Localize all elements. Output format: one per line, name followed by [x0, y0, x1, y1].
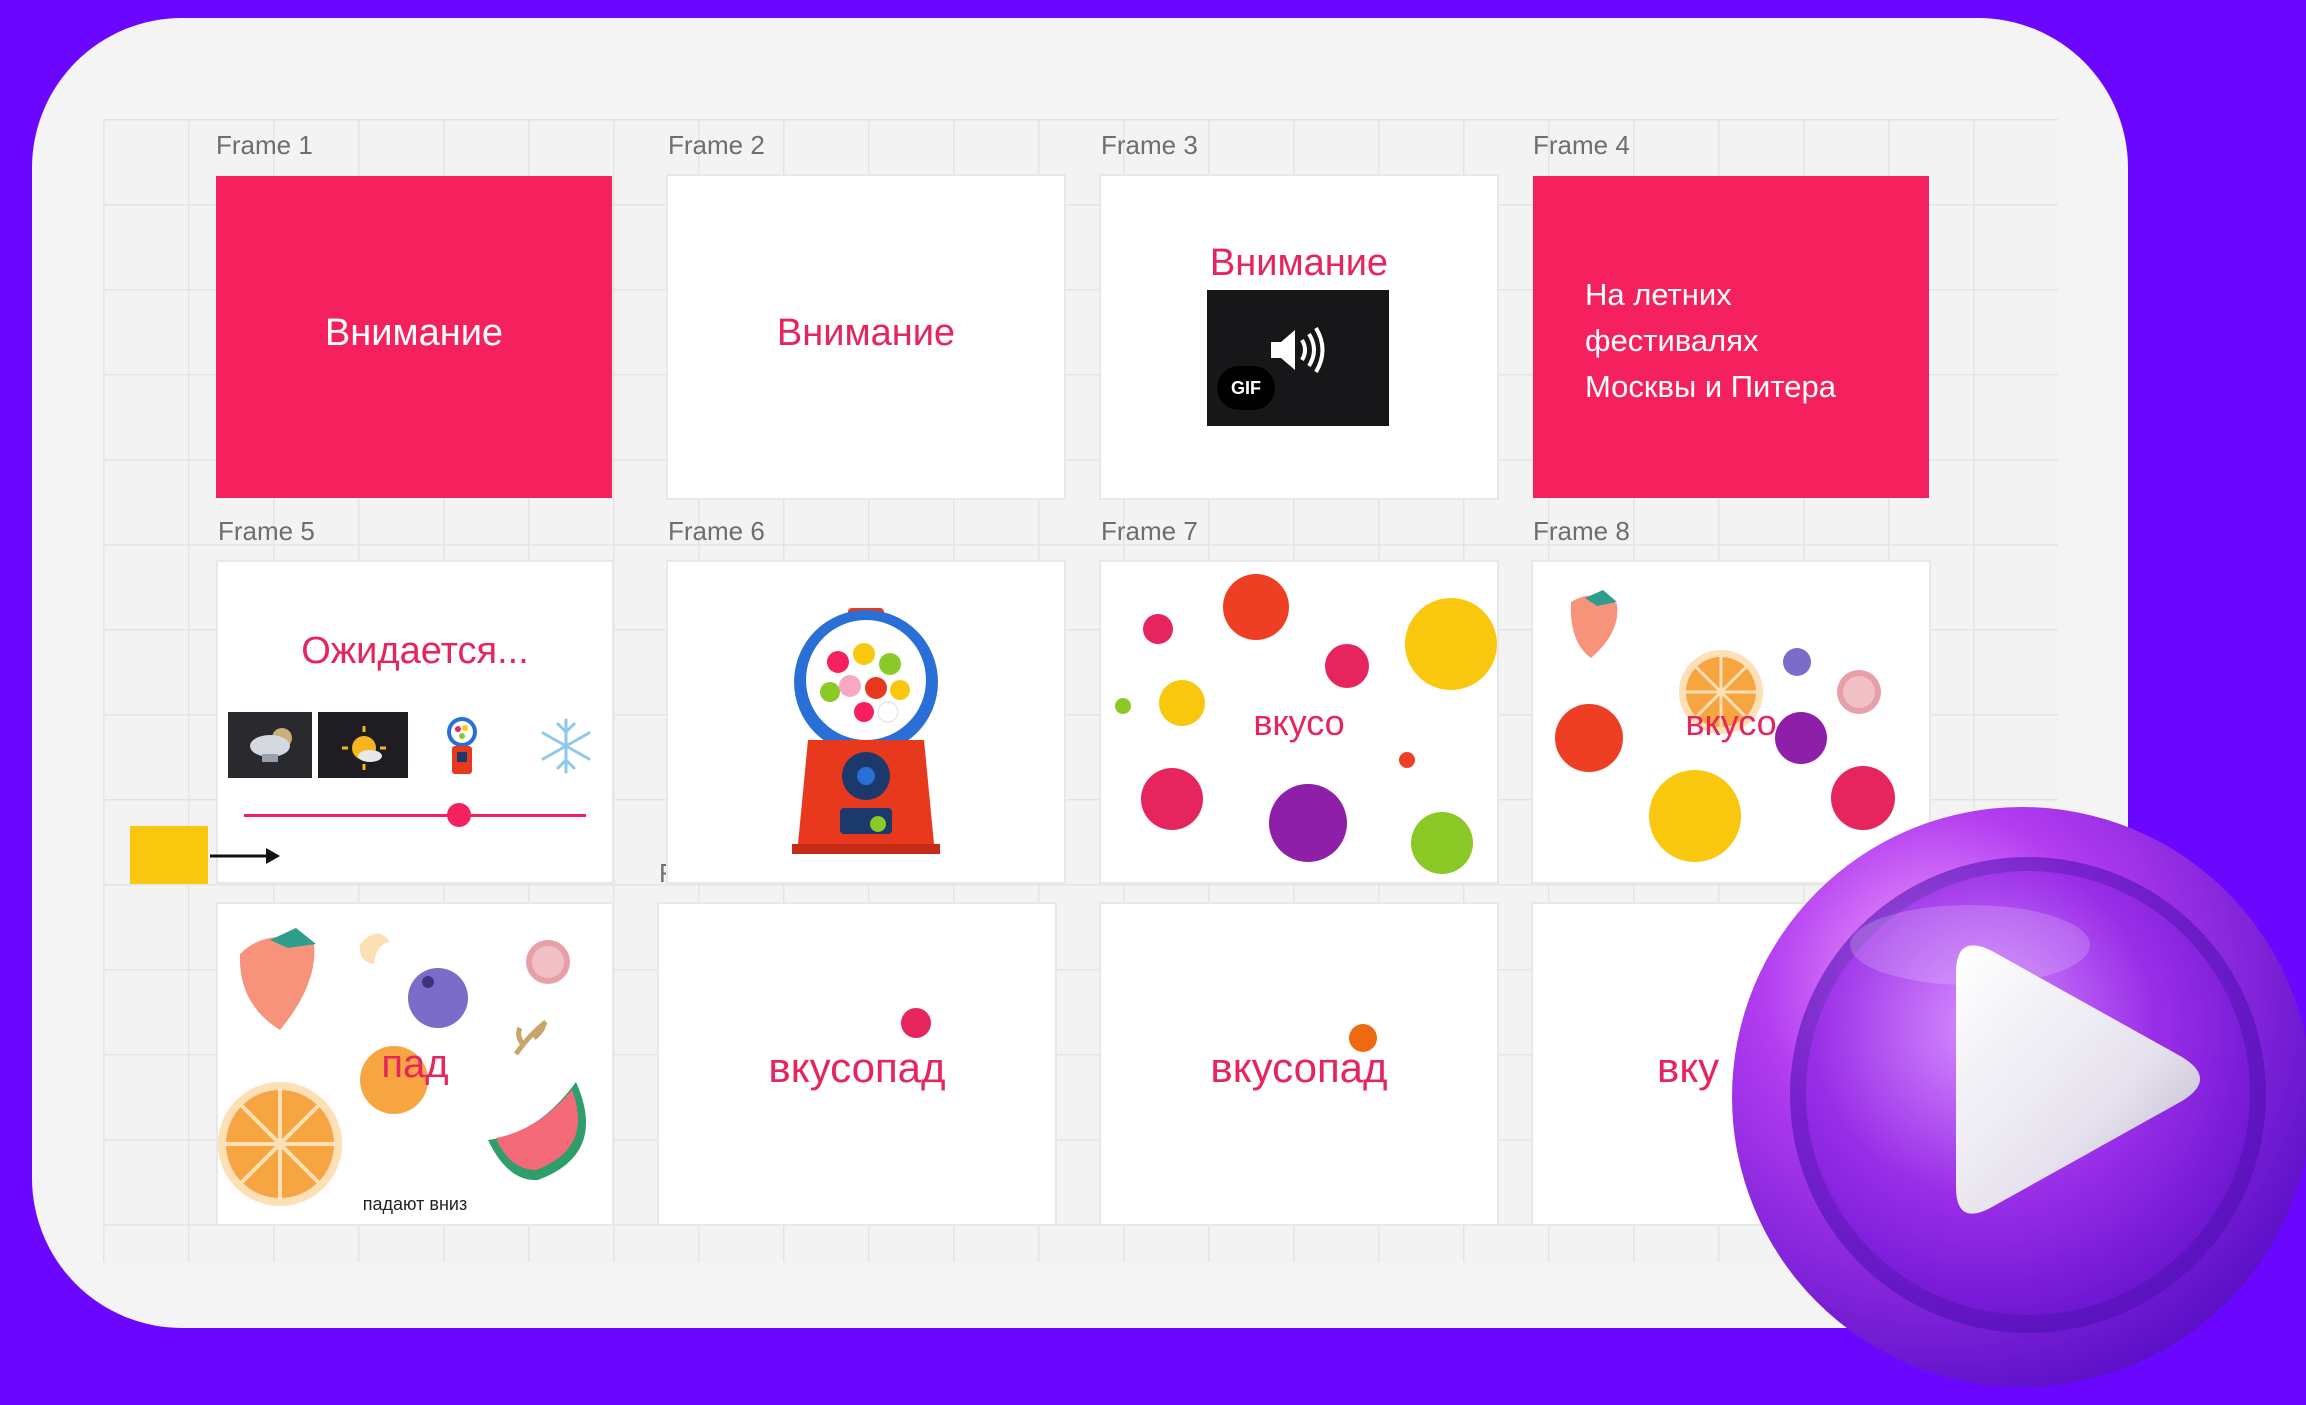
frame-label-1: Frame 1 — [216, 130, 313, 160]
play-button[interactable] — [1720, 795, 2306, 1400]
cloud-icon — [250, 728, 292, 762]
sticky-note[interactable] — [130, 826, 208, 884]
gumball-machine-illustration — [792, 608, 940, 854]
frame-14-title: вку — [1657, 1044, 1720, 1091]
frame-label-3: Frame 3 — [1101, 130, 1198, 160]
candy-dot — [1141, 768, 1203, 830]
gif-badge: GIF — [1217, 366, 1275, 410]
frame-5-title: Ожидается... — [301, 630, 529, 672]
frame-9-title: пад — [381, 1042, 449, 1086]
candy-dot — [1411, 812, 1473, 874]
timeline-handle[interactable] — [447, 803, 471, 827]
frame-3[interactable]: Внимание GIF — [1101, 176, 1497, 498]
frame-7[interactable]: вкусо — [1101, 562, 1497, 882]
candy-dot — [1399, 752, 1415, 768]
frame-11[interactable]: вкусопад — [1101, 904, 1497, 1224]
arrow-right-icon — [210, 848, 280, 864]
frame-10-title: вкусопад — [768, 1044, 946, 1091]
candy-dot — [1269, 784, 1347, 862]
weather-cloud-thumb — [228, 712, 312, 778]
candy-dot — [901, 1008, 931, 1038]
frame-1[interactable]: Внимание — [216, 176, 612, 498]
frame-1-title: Внимание — [324, 312, 504, 354]
gumball-machine-icon — [447, 717, 477, 774]
frame-11-title: вкусопад — [1210, 1044, 1388, 1091]
frame-6[interactable] — [668, 562, 1064, 882]
frame-9[interactable]: пад падают вниз — [218, 904, 612, 1224]
frame-2[interactable]: Внимание — [668, 176, 1064, 498]
frame-4-line-3: Москвы и Питера — [1585, 369, 1836, 404]
candy-dot — [1143, 614, 1173, 644]
frame-4-line-1: На летних — [1585, 277, 1732, 312]
frame-2-title: Внимание — [776, 312, 956, 354]
frame-4[interactable]: На летних фестивалях Москвы и Питера — [1533, 176, 1929, 498]
gif-preview[interactable]: GIF — [1207, 290, 1389, 426]
snowflake-icon — [541, 718, 591, 774]
frame-label-5: Frame 5 — [218, 516, 315, 546]
timeline-track[interactable] — [244, 814, 586, 817]
frame-label-6: Frame 6 — [668, 516, 765, 546]
frame-label-2: Frame 2 — [668, 130, 765, 160]
frame-label-4: Frame 4 — [1533, 130, 1630, 160]
frame-4-text: На летних фестивалях Москвы и Питера — [1585, 272, 1836, 410]
frame-label-7: Frame 7 — [1101, 516, 1198, 546]
frame-10[interactable]: вкусопад — [659, 904, 1055, 1224]
frame-8-title: вкусо — [1685, 702, 1777, 743]
frame-3-title: Внимание — [1209, 242, 1389, 284]
frame-9-caption: падают вниз — [362, 1194, 468, 1214]
weather-sun-thumb — [318, 712, 408, 778]
frame-5[interactable]: Ожидается... — [218, 562, 612, 882]
frame-4-line-2: фестивалях — [1585, 323, 1759, 358]
frame-label-8: Frame 8 — [1533, 516, 1630, 546]
sun-icon — [342, 726, 386, 770]
candy-dot — [1325, 644, 1369, 688]
candy-dot — [1223, 574, 1289, 640]
frame-7-title: вкусо — [1253, 702, 1345, 743]
play-icon — [1732, 807, 2306, 1387]
candy-dot — [1405, 598, 1497, 690]
